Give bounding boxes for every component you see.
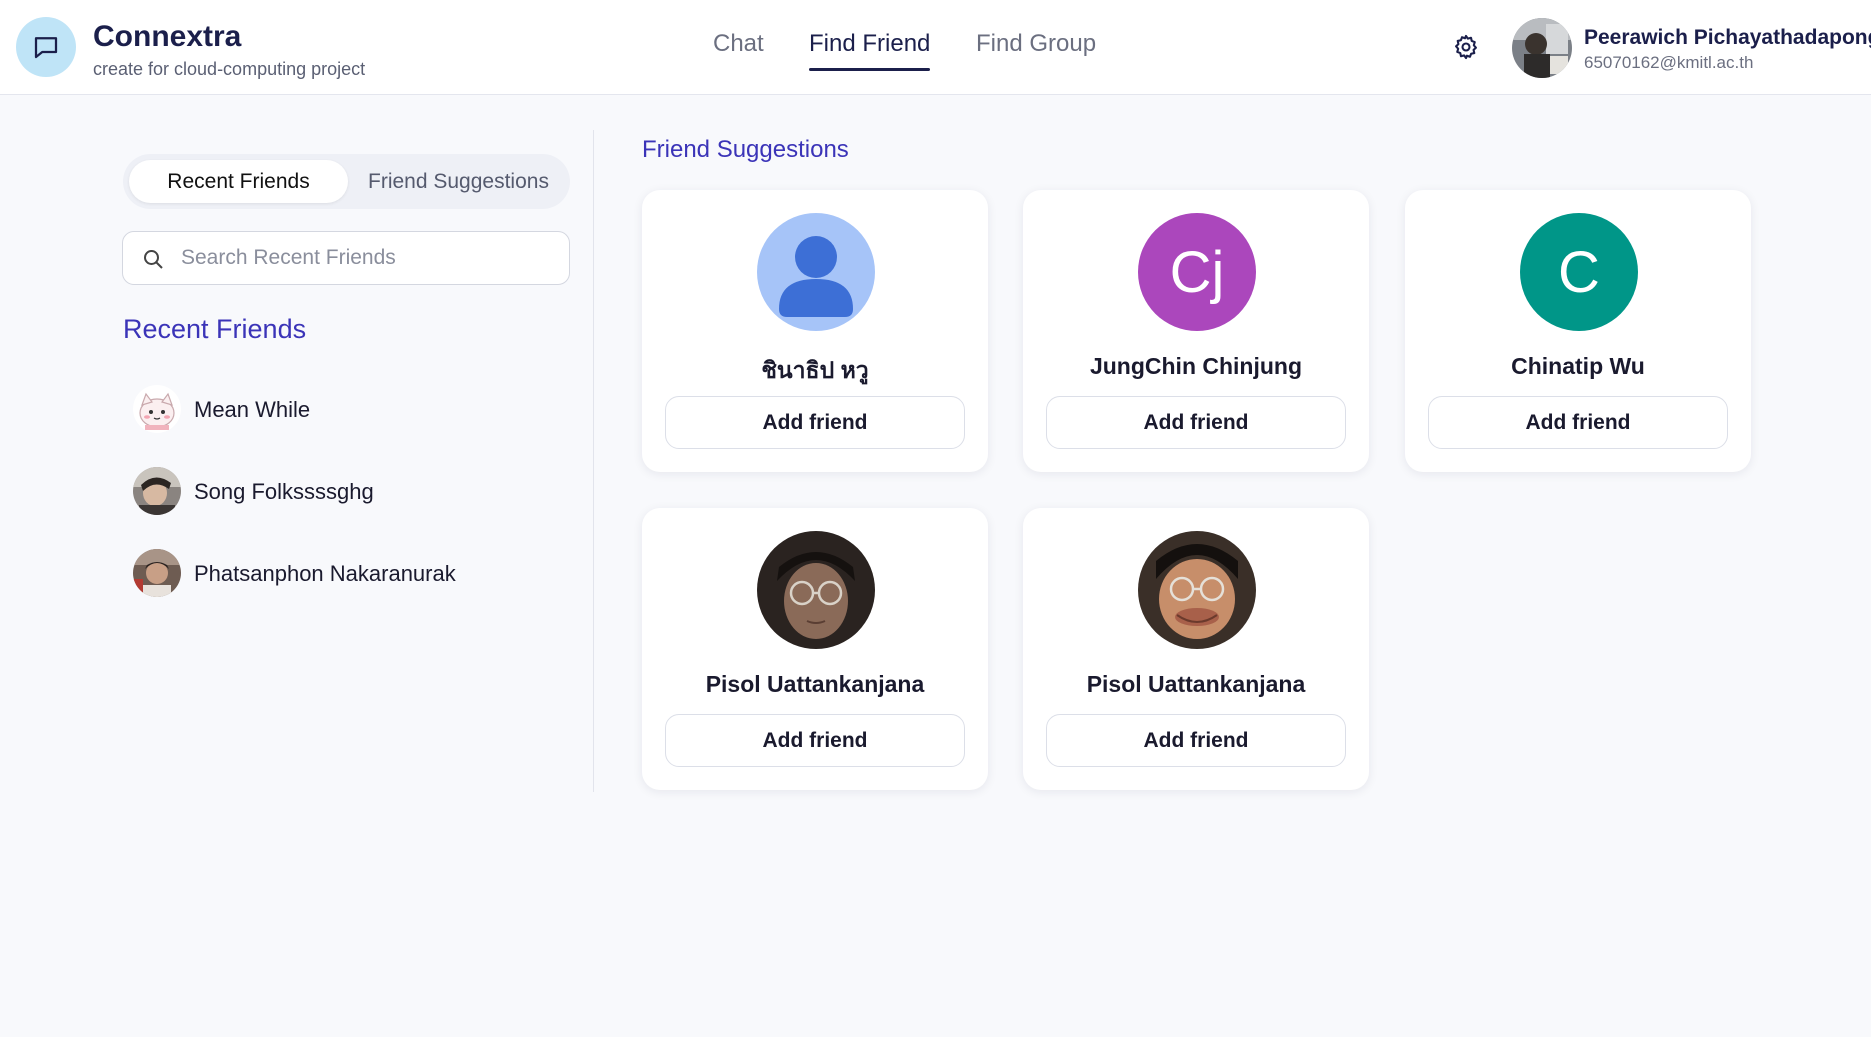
friend-suggestions-heading: Friend Suggestions xyxy=(642,136,849,163)
add-friend-button[interactable]: Add friend xyxy=(1046,396,1346,449)
active-tab-underline xyxy=(809,68,931,71)
recent-friend-item[interactable]: Phatsanphon Nakaranurak xyxy=(133,549,513,599)
friend-avatar-cartoon xyxy=(133,385,181,433)
suggestion-name: Chinatip Wu xyxy=(1511,353,1645,379)
suggestion-name: Pisol Uattankanjana xyxy=(705,671,925,697)
recent-friend-item[interactable]: Song Folkssssghg xyxy=(133,467,513,517)
friend-avatar-photo xyxy=(133,549,181,597)
add-friend-button[interactable]: Add friend xyxy=(1046,714,1346,767)
photo-avatar xyxy=(757,531,875,649)
top-header: Connextra create for cloud-computing pro… xyxy=(0,0,1871,95)
photo-avatar xyxy=(1138,531,1256,649)
suggestion-card: Pisol Uattankanjana Add friend xyxy=(642,508,988,790)
initials-avatar: C xyxy=(1520,213,1638,331)
friends-tab-switcher: Recent Friends Friend Suggestions xyxy=(123,154,570,209)
friend-avatar-photo xyxy=(133,467,181,515)
initials-avatar: Cj xyxy=(1138,213,1256,331)
tab-recent-friends[interactable]: Recent Friends xyxy=(129,160,348,203)
user-email: 65070162@kmitl.ac.th xyxy=(1584,53,1754,72)
add-friend-button[interactable]: Add friend xyxy=(665,714,965,767)
add-friend-button[interactable]: Add friend xyxy=(665,396,965,449)
suggestion-card: Cj JungChin Chinjung Add friend xyxy=(1023,190,1369,472)
suggestion-card: C Chinatip Wu Add friend xyxy=(1405,190,1751,472)
nav-find-group[interactable]: Find Group xyxy=(976,30,1096,58)
suggestion-name: JungChin Chinjung xyxy=(1089,353,1303,379)
suggestion-name: ชินาธิป หวู xyxy=(761,357,869,383)
user-name: Peerawich Pichayathadapong xyxy=(1584,26,1871,49)
search-icon xyxy=(144,250,163,269)
nav-find-friend-label: Find Friend xyxy=(809,30,931,57)
avatar-initials: Cj xyxy=(1169,239,1225,305)
chat-bubble-icon[interactable] xyxy=(16,17,76,77)
search-box xyxy=(122,231,570,285)
default-person-avatar-icon xyxy=(757,213,875,331)
friend-name: Mean While xyxy=(194,397,311,422)
recent-friend-item[interactable]: Mean While xyxy=(133,385,513,435)
suggestion-card: ชินาธิป หวู Add friend xyxy=(642,190,988,472)
nav-chat-label: Chat xyxy=(713,30,764,57)
suggestion-name: Pisol Uattankanjana xyxy=(1086,671,1306,697)
panel-divider xyxy=(593,130,594,792)
app-title: Connextra xyxy=(93,20,242,53)
suggestion-card: Pisol Uattankanjana Add friend xyxy=(1023,508,1369,790)
tab-friend-suggestions[interactable]: Friend Suggestions xyxy=(353,160,564,203)
nav-find-friend[interactable]: Find Friend xyxy=(809,30,931,71)
friend-name: Phatsanphon Nakaranurak xyxy=(194,561,456,586)
friend-name: Song Folkssssghg xyxy=(194,479,374,504)
add-friend-button[interactable]: Add friend xyxy=(1428,396,1728,449)
user-avatar[interactable] xyxy=(1512,18,1572,78)
recent-friends-heading: Recent Friends xyxy=(123,314,307,344)
app-subtitle: create for cloud-computing project xyxy=(93,59,366,79)
nav-find-group-label: Find Group xyxy=(976,30,1097,57)
avatar-initials: C xyxy=(1558,239,1600,305)
settings-gear-icon[interactable] xyxy=(1452,33,1480,61)
nav-chat[interactable]: Chat xyxy=(713,30,764,58)
search-input[interactable] xyxy=(181,242,551,274)
